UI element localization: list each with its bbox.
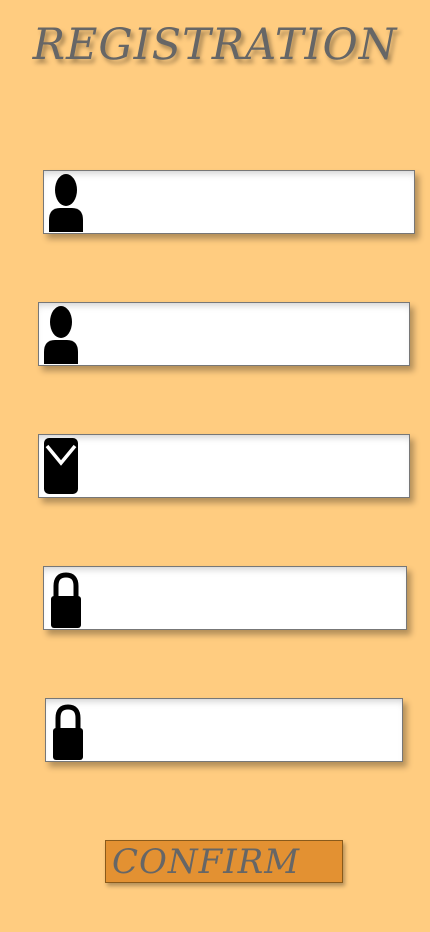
confirm-button[interactable]: CONFIRM: [105, 840, 343, 883]
page-title: REGISTRATION: [32, 20, 398, 70]
confirm-password-field[interactable]: [45, 698, 403, 762]
password-input[interactable]: [90, 571, 400, 625]
lock-icon: [48, 700, 88, 760]
user-icon: [41, 304, 81, 364]
confirm-password-input[interactable]: [92, 703, 396, 757]
password-field[interactable]: [43, 566, 407, 630]
email-input[interactable]: [85, 439, 403, 493]
email-icon: [41, 436, 81, 496]
last-name-field[interactable]: [38, 302, 410, 366]
lock-icon: [46, 568, 86, 628]
first-name-field[interactable]: [43, 170, 415, 234]
email-field[interactable]: [38, 434, 410, 498]
last-name-input[interactable]: [85, 307, 403, 361]
user-icon: [46, 172, 86, 232]
first-name-input[interactable]: [90, 175, 408, 229]
